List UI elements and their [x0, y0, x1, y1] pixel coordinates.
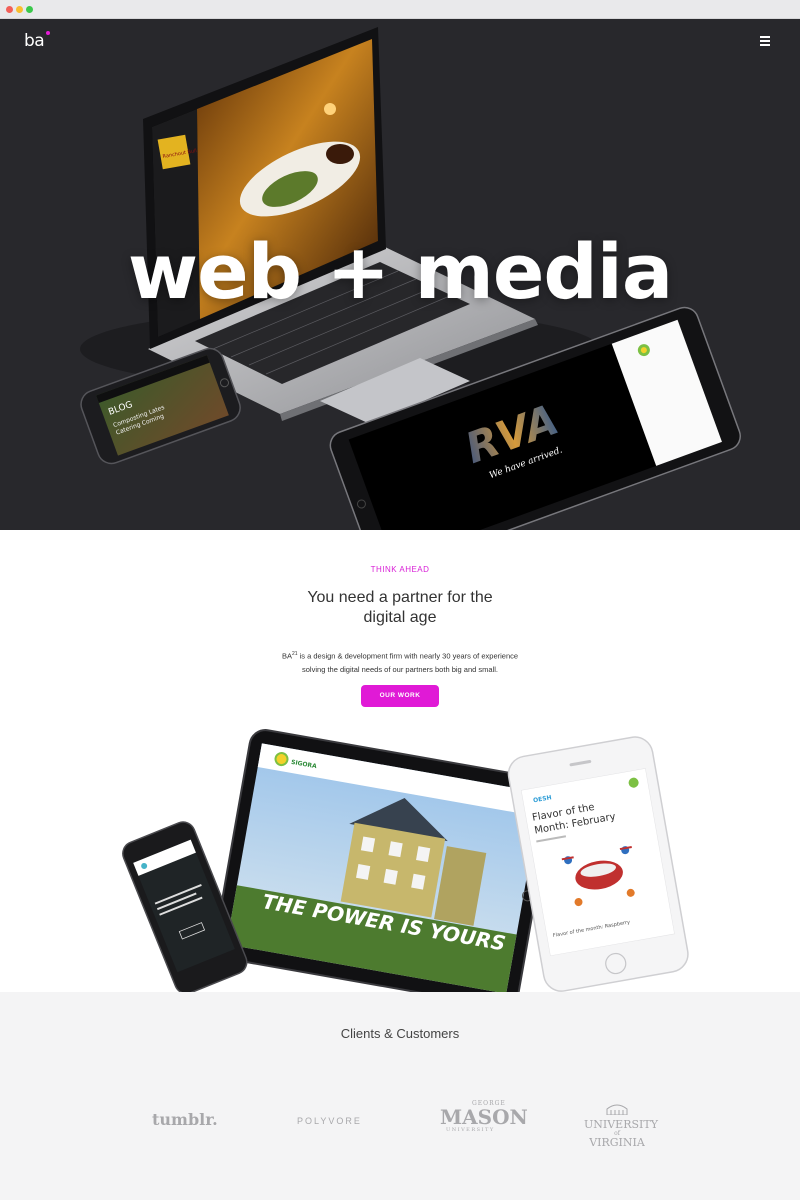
polyvore-logo: POLYVORE	[297, 1116, 362, 1126]
minimize-dot[interactable]	[16, 6, 23, 13]
tumblr-logo: tumblr.	[152, 1110, 218, 1129]
uva-state: VIRGINIA	[589, 1136, 645, 1149]
uva-main: UNIVERSITY	[584, 1118, 658, 1131]
clients-title: Clients & Customers	[340, 1026, 460, 1041]
close-dot[interactable]	[6, 6, 13, 13]
intro-section: THINK AHEAD You need a partner for the d…	[0, 530, 800, 992]
maximize-dot[interactable]	[26, 6, 33, 13]
showcase-devices-illustration: SIGORA THE POWER IS YOURS OESH Flavor of…	[122, 729, 689, 992]
rotunda-icon	[606, 1104, 628, 1116]
george-mason-logo: GEORGE MASON UNIVERSITY	[440, 1100, 528, 1133]
uva-logo: UNIVERSITY of VIRGINIA	[584, 1100, 658, 1149]
gmu-main: MASON	[440, 1105, 528, 1129]
hero-section: Ranchout Bull BLOG Composting Lates Cate…	[0, 19, 800, 530]
hero-headline: web + media	[127, 227, 673, 316]
hamburger-menu-icon[interactable]	[760, 34, 780, 52]
browser-chrome	[0, 0, 800, 19]
clients-section: Clients & Customers tumblr. POLYVORE GEO…	[0, 992, 800, 1200]
brand-logo[interactable]: ba	[24, 31, 50, 51]
logo-accent-dot	[46, 31, 50, 35]
